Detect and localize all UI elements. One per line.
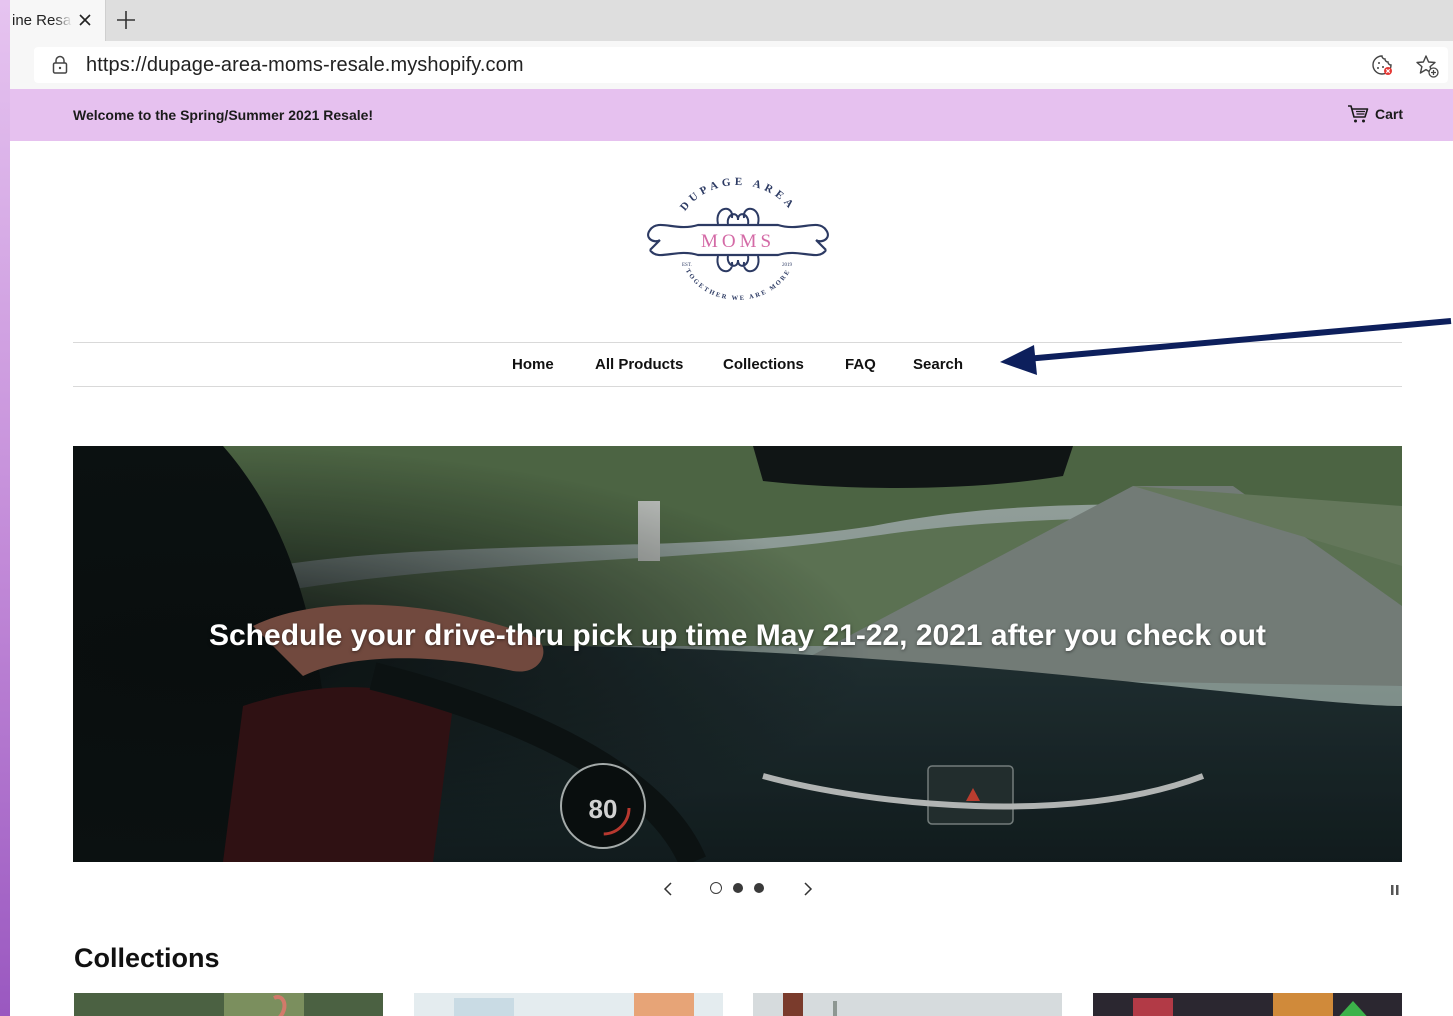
collection-image: [74, 993, 383, 1016]
collection-image: [1093, 993, 1402, 1016]
nav-search[interactable]: Search: [913, 356, 963, 373]
svg-text:MOMS: MOMS: [701, 231, 775, 252]
nav-collections[interactable]: Collections: [723, 356, 804, 373]
address-bar[interactable]: https://dupage-area-moms-resale.myshopif…: [34, 47, 1448, 83]
hero-caption: Schedule your drive-thru pick up time Ma…: [208, 619, 1266, 652]
hero-slideshow[interactable]: 80 Schedule your drive-thru pick up time…: [73, 446, 1402, 862]
cart-link[interactable]: Cart: [1347, 104, 1403, 124]
tab-strip: ine Resal: [10, 0, 1453, 41]
dupage-area-moms-logo[interactable]: DUPAGE AREA TOGETHER WE ARE MORE MOMS ES…: [636, 170, 840, 310]
slide-dot-1[interactable]: [710, 882, 722, 894]
slideshow-controls: [10, 870, 1453, 910]
svg-text:TOGETHER WE ARE MORE: TOGETHER WE ARE MORE: [684, 268, 792, 302]
annotation-arrow: [1000, 318, 1452, 375]
nav-home[interactable]: Home: [512, 356, 554, 373]
collection-tile[interactable]: [414, 993, 723, 1016]
tracking-prevention-icon[interactable]: [1370, 53, 1394, 77]
lock-icon[interactable]: [50, 55, 70, 75]
slide-dot-3[interactable]: [754, 883, 764, 893]
chevron-left-icon[interactable]: [660, 880, 676, 898]
svg-text:DUPAGE AREA: DUPAGE AREA: [678, 176, 798, 213]
collection-image: [753, 993, 1062, 1016]
cart-label: Cart: [1374, 106, 1403, 122]
new-tab-icon[interactable]: [115, 9, 137, 31]
cart-icon: [1347, 105, 1369, 123]
add-favorite-icon[interactable]: [1414, 53, 1440, 79]
collections-heading: Collections: [74, 943, 220, 973]
announcement-bar: Welcome to the Spring/Summer 2021 Resale…: [10, 89, 1453, 141]
url-text: https://dupage-area-moms-resale.myshopif…: [86, 54, 524, 76]
pause-icon[interactable]: [1390, 884, 1400, 896]
announcement-text: Welcome to the Spring/Summer 2021 Resale…: [73, 107, 374, 123]
collection-image: [414, 993, 723, 1016]
collection-tile[interactable]: [1093, 993, 1402, 1016]
tab-title: ine Resal: [12, 12, 72, 29]
browser-window: ine Resal https://dupage-area-moms-resal…: [10, 0, 1453, 1016]
slide-dot-2[interactable]: [733, 883, 743, 893]
svg-text:2019: 2019: [782, 263, 793, 268]
close-tab-icon[interactable]: [76, 11, 94, 29]
svg-text:EST.: EST.: [682, 263, 692, 268]
browser-toolbar: https://dupage-area-moms-resale.myshopif…: [10, 41, 1453, 89]
slide-frame-edge: [0, 0, 10, 1016]
nav-all-products[interactable]: All Products: [595, 356, 683, 373]
collection-tile[interactable]: [74, 993, 383, 1016]
nav-faq[interactable]: FAQ: [845, 356, 876, 373]
browser-tab[interactable]: ine Resal: [10, 0, 106, 41]
collection-tile[interactable]: [753, 993, 1062, 1016]
chevron-right-icon[interactable]: [800, 880, 816, 898]
